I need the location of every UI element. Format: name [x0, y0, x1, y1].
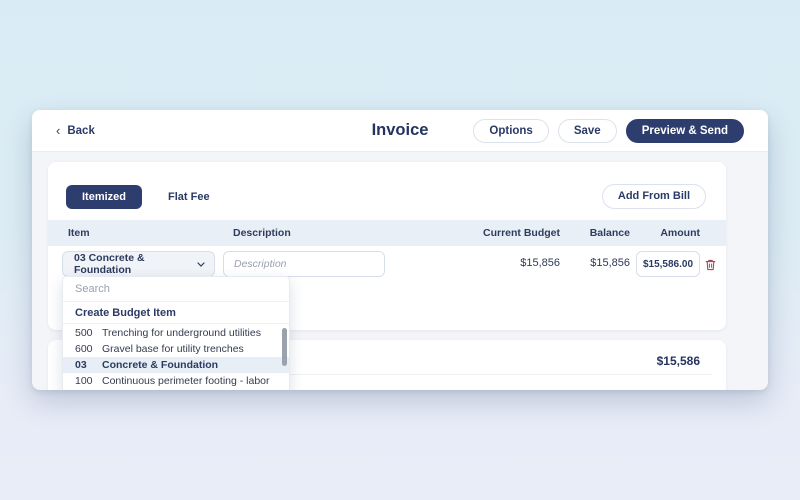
list-item[interactable]: 500 Trenching for underground utilities [63, 325, 289, 341]
table-header: Item Description Current Budget Balance … [48, 220, 726, 246]
header-actions: Options Save Preview & Send [473, 118, 744, 143]
preview-send-button[interactable]: Preview & Send [625, 118, 744, 143]
amount-input[interactable] [636, 251, 700, 277]
back-button[interactable]: ‹ Back [56, 124, 95, 137]
trash-icon [705, 259, 716, 271]
chevron-down-icon [197, 261, 205, 267]
item-code: 500 [75, 327, 93, 339]
tab-flat-fee[interactable]: Flat Fee [152, 185, 226, 209]
back-label: Back [67, 124, 95, 137]
tab-itemized[interactable]: Itemized [66, 184, 143, 209]
search-input[interactable] [63, 277, 289, 302]
invoice-mode-toolbar: Itemized Flat Fee Add From Bill [48, 184, 726, 209]
item-code: 03 [75, 359, 87, 371]
list-item[interactable]: 600 Gravel base for utility trenches [63, 341, 289, 357]
column-header-amount: Amount [660, 227, 700, 239]
create-budget-item-option[interactable]: Create Budget Item [63, 302, 289, 324]
window-header: ‹ Back Invoice Options Save Preview & Se… [32, 110, 768, 152]
dropdown-scrollbar[interactable] [282, 328, 287, 366]
budget-item-dropdown: Create Budget Item 500 Trenching for und… [62, 276, 290, 390]
column-header-description: Description [233, 227, 291, 239]
item-label: Gravel base for utility trenches [102, 343, 244, 355]
item-label: Trenching for underground utilities [102, 327, 261, 339]
list-item[interactable]: 100 Continuous perimeter footing - labor [63, 373, 289, 389]
add-from-bill-button[interactable]: Add From Bill [601, 184, 706, 209]
options-button[interactable]: Options [473, 118, 549, 143]
column-header-current-budget: Current Budget [483, 227, 560, 239]
item-select-value: 03 Concrete & Foundation [74, 252, 145, 276]
column-header-balance: Balance [589, 227, 630, 239]
item-code: 100 [75, 375, 93, 387]
item-code: 600 [75, 343, 93, 355]
invoice-window: ‹ Back Invoice Options Save Preview & Se… [32, 110, 768, 390]
item-select[interactable]: 03 Concrete & Foundation [62, 251, 215, 277]
list-item-selected[interactable]: 03 Concrete & Foundation [63, 357, 289, 373]
description-input[interactable] [223, 251, 385, 277]
chevron-left-icon: ‹ [56, 123, 61, 138]
save-button[interactable]: Save [557, 118, 617, 143]
item-label: Continuous perimeter footing - labor [102, 375, 270, 387]
item-label: Concrete & Foundation [102, 359, 219, 371]
invoice-total-value: $15,586 [656, 354, 700, 368]
current-budget-value: $15,856 [520, 257, 560, 269]
balance-value: $15,856 [590, 257, 630, 269]
budget-item-list: 500 Trenching for underground utilities … [63, 324, 289, 390]
column-header-item: Item [68, 227, 90, 239]
delete-row-button[interactable] [703, 257, 717, 272]
